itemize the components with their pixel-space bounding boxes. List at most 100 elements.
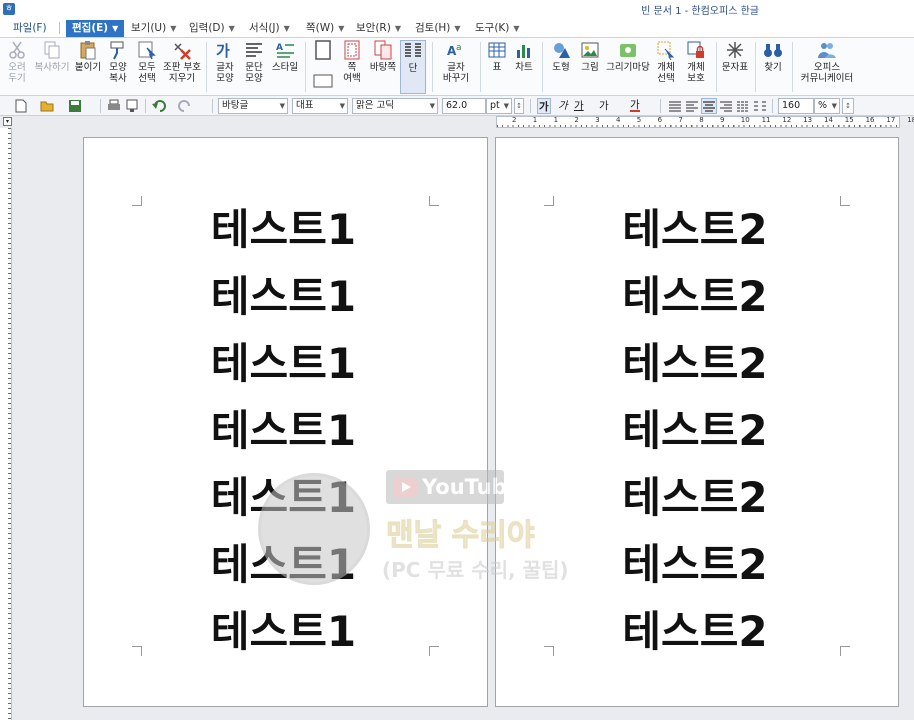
align-justify-icon[interactable] xyxy=(668,99,682,113)
open-folder-icon[interactable] xyxy=(40,99,54,113)
text-line[interactable]: 테스트1 xyxy=(82,475,485,542)
font-size-spinner[interactable]: ↕ xyxy=(514,98,524,114)
page-orientation-button[interactable] xyxy=(310,70,336,94)
text-line[interactable]: 테스트1 xyxy=(82,207,485,274)
columns-button[interactable]: 단 xyxy=(400,40,426,94)
object-protect-button[interactable]: 개체 보호 xyxy=(681,40,711,94)
text-line[interactable]: 테스트1 xyxy=(82,341,485,408)
window-title: 빈 문서 1 - 한컴오피스 한글 xyxy=(641,6,759,17)
menu-tools[interactable]: 도구(K) ▼ xyxy=(475,20,520,37)
align-center-icon[interactable] xyxy=(701,98,717,114)
text-line[interactable]: 테스트1 xyxy=(82,408,485,475)
ruler-tick-label: 6 xyxy=(657,116,663,124)
select-all-icon xyxy=(138,41,156,60)
object-select-button[interactable]: 개체 선택 xyxy=(653,40,679,94)
ruler-tick-label: 1 xyxy=(553,116,559,124)
hwp-app-icon[interactable]: ㅎ xyxy=(3,3,15,15)
align-distribute-icon[interactable] xyxy=(736,99,750,113)
chart-icon xyxy=(517,45,530,58)
menu-view[interactable]: 보기(U) ▼ xyxy=(131,20,176,37)
print-icon[interactable] xyxy=(107,99,121,113)
text-line[interactable]: 테스트2 xyxy=(494,475,896,542)
paste-button[interactable]: 붙이기 xyxy=(74,40,102,94)
drawing-gallery-button[interactable]: 그리기마당 xyxy=(605,40,651,94)
ruler-tick-label: 2 xyxy=(574,116,579,124)
ruler-tick-label: 1 xyxy=(532,116,538,124)
align-left-icon[interactable] xyxy=(685,99,699,113)
text-line[interactable]: 테스트2 xyxy=(494,609,896,676)
font-name-select[interactable]: 맑은 고딕 ▼ xyxy=(352,98,438,114)
master-page-button[interactable]: 바탕쪽 xyxy=(368,40,398,94)
text-line[interactable]: 테스트2 xyxy=(494,408,896,475)
bold-button[interactable]: 가 xyxy=(537,98,551,114)
office-communicator-button[interactable]: 오피스 커뮤니케이터 xyxy=(798,40,856,94)
text-line[interactable]: 테스트2 xyxy=(494,341,896,408)
menu-page[interactable]: 쪽(W) ▼ xyxy=(306,20,344,37)
page-2[interactable]: 테스트2 테스트2 테스트2 테스트2 테스트2 테스트2 테스트2 xyxy=(495,137,899,707)
ruler-tick-label: 17 xyxy=(886,116,896,124)
symbol-icon xyxy=(727,42,743,58)
underline-button[interactable]: 가 xyxy=(574,98,584,114)
drawing-gallery-icon xyxy=(620,44,636,57)
chart-button[interactable]: 차트 xyxy=(511,40,537,94)
font-color-button[interactable]: 가 xyxy=(630,98,640,112)
ruler-tick-label: 7 xyxy=(678,116,683,124)
zoom-unit-select[interactable]: % ▼ xyxy=(814,98,840,114)
table-icon xyxy=(488,42,506,58)
style-icon: A xyxy=(276,43,294,58)
clear-codes-button[interactable]: 조판 부호 지우기 xyxy=(162,40,202,94)
char-shape-button[interactable]: 가 글자 모양 xyxy=(212,40,238,94)
cut-button[interactable]: 오려 두기 xyxy=(4,40,30,94)
style-button[interactable]: A 스타일 xyxy=(270,40,300,94)
page-setup-icon xyxy=(315,40,331,60)
zoom-input[interactable]: 160 xyxy=(778,98,814,114)
symbol-button[interactable]: 문자표 xyxy=(720,40,750,94)
style-select[interactable]: 바탕글 ▼ xyxy=(218,98,288,114)
change-char-button[interactable]: Aa 글자 바꾸기 xyxy=(437,40,475,94)
page-margin-button[interactable]: 쪽 여백 xyxy=(338,40,366,94)
copy-button[interactable]: 복사하기 xyxy=(32,40,72,94)
menu-edit[interactable]: 편집(E) ▼ xyxy=(66,20,125,37)
paragraph-shape-button[interactable]: 문단 모양 xyxy=(240,40,268,94)
table-button[interactable]: 표 xyxy=(485,40,509,94)
font-size-input[interactable]: 62.0 xyxy=(442,98,486,114)
text-line[interactable]: 테스트2 xyxy=(494,542,896,609)
ruler-toggle[interactable]: ▾ xyxy=(3,117,12,126)
select-all-button[interactable]: 모두 선택 xyxy=(134,40,160,94)
menu-review[interactable]: 검토(H) ▼ xyxy=(415,20,461,37)
object-select-icon xyxy=(657,41,675,60)
menu-file[interactable]: 파일(F) xyxy=(13,20,47,37)
text-line[interactable]: 테스트2 xyxy=(494,207,896,274)
strike-button[interactable]: 가 xyxy=(599,98,609,114)
new-document-icon[interactable] xyxy=(14,99,28,113)
text-line[interactable]: 테스트1 xyxy=(82,609,485,676)
font-unit-select[interactable]: pt ▼ xyxy=(486,98,512,114)
menu-insert[interactable]: 입력(D) ▼ xyxy=(189,20,235,37)
redo-icon[interactable] xyxy=(178,99,192,113)
ruler-tick-label: 12 xyxy=(782,116,792,124)
text-line[interactable]: 테스트1 xyxy=(82,274,485,341)
font-language-select[interactable]: 대표 ▼ xyxy=(292,98,348,114)
find-button[interactable]: 찾기 xyxy=(760,40,786,94)
picture-button[interactable]: 그림 xyxy=(577,40,603,94)
shape-button[interactable]: 도형 xyxy=(547,40,575,94)
italic-button[interactable]: 가 xyxy=(558,98,568,114)
ruler-tick-label: 3 xyxy=(595,116,600,124)
undo-icon[interactable] xyxy=(152,99,166,113)
preview-icon[interactable] xyxy=(125,99,139,113)
page-1[interactable]: 테스트1 테스트1 테스트1 테스트1 테스트1 테스트1 테스트1 xyxy=(83,137,488,707)
align-right-icon[interactable] xyxy=(719,99,733,113)
clear-codes-icon xyxy=(174,43,191,60)
align-divide-icon[interactable] xyxy=(753,99,767,113)
format-painter-button[interactable]: 모양 복사 xyxy=(104,40,132,94)
shape-icon xyxy=(554,43,570,58)
zoom-spinner[interactable]: ↕ xyxy=(842,98,854,114)
ruler-tick-label: 4 xyxy=(616,116,621,124)
text-line[interactable]: 테스트2 xyxy=(494,274,896,341)
text-line[interactable]: 테스트1 xyxy=(82,542,485,609)
scissors-icon xyxy=(9,41,25,59)
save-icon[interactable] xyxy=(68,99,82,113)
menu-format[interactable]: 서식(J) ▼ xyxy=(249,20,290,37)
vertical-ruler[interactable] xyxy=(0,128,12,720)
menu-security[interactable]: 보안(R) ▼ xyxy=(356,20,401,37)
